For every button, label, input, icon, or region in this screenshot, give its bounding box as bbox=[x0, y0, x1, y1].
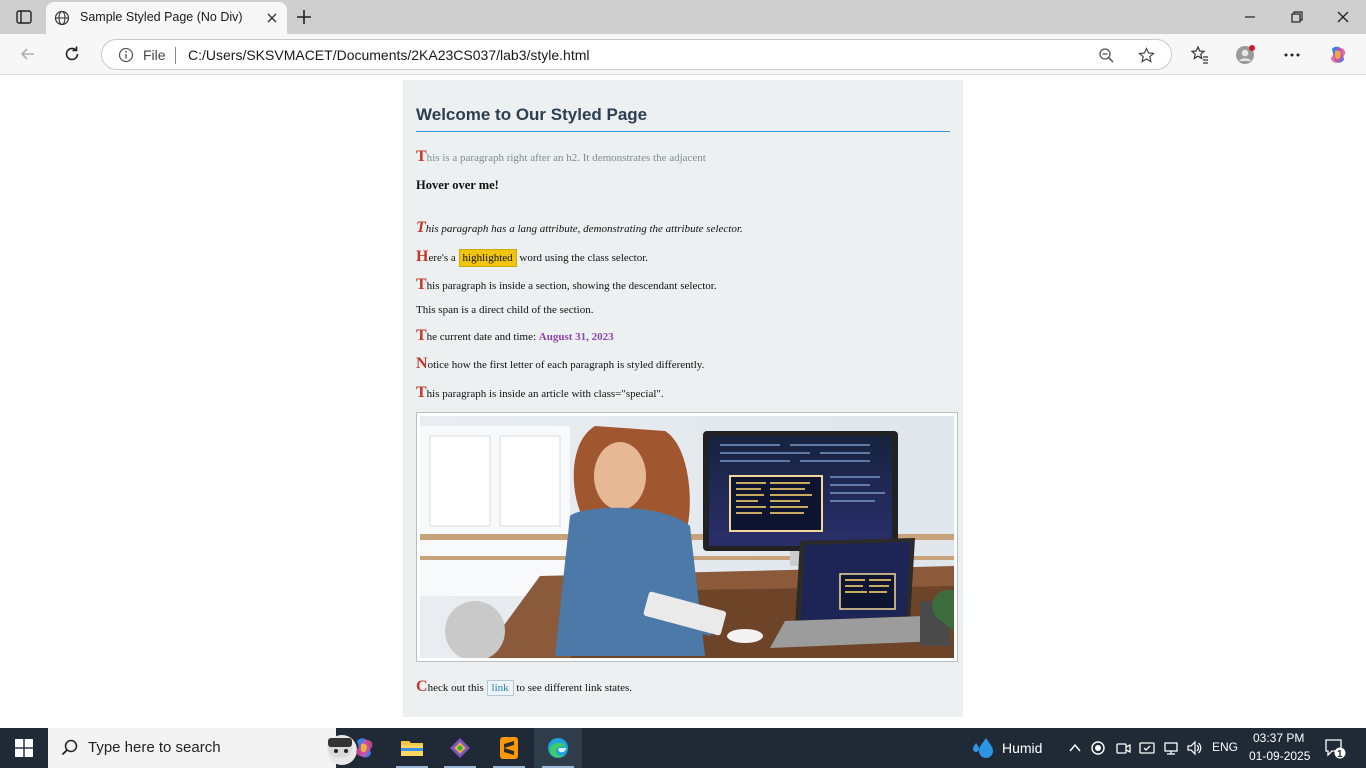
taskbar-search[interactable]: Type here to search bbox=[48, 728, 357, 768]
paragraph-text: his paragraph is inside an article with … bbox=[426, 388, 664, 400]
zoom-out-icon[interactable] bbox=[1098, 47, 1115, 64]
minimize-icon[interactable] bbox=[1241, 8, 1259, 26]
edge-browser-icon bbox=[548, 738, 568, 758]
info-icon[interactable] bbox=[118, 47, 134, 63]
input-language[interactable]: ENG bbox=[1212, 740, 1238, 754]
paragraph-text: ere's a bbox=[428, 252, 459, 264]
paragraph-text: word using the class selector. bbox=[516, 252, 649, 264]
new-tab-icon[interactable] bbox=[294, 7, 314, 27]
address-bar[interactable]: File C:/Users/SKSVMACET/Documents/2KA23C… bbox=[101, 39, 1172, 70]
search-icon bbox=[61, 739, 78, 756]
taskbar-copilot[interactable] bbox=[340, 728, 388, 768]
back-icon[interactable] bbox=[18, 44, 38, 64]
lang-paragraph: This paragraph has a lang attribute, dem… bbox=[416, 219, 743, 237]
url-text[interactable]: C:/Users/SKSVMACET/Documents/2KA23CS037/… bbox=[188, 47, 590, 63]
clock-time[interactable]: 03:37 PM bbox=[1253, 731, 1304, 745]
taskbar-sublime[interactable] bbox=[485, 728, 533, 768]
page-container: Welcome to Our Styled Page This is a par… bbox=[403, 80, 963, 717]
windows-logo-icon bbox=[15, 739, 33, 757]
paragraph-text: he current date and time: bbox=[426, 331, 539, 343]
notification-count: 1 bbox=[1337, 749, 1343, 760]
paragraph-text: heck out this bbox=[427, 682, 487, 694]
child-span: This span is a direct child of the secti… bbox=[416, 304, 594, 316]
paragraph-text: to see different link states. bbox=[513, 682, 632, 694]
globe-icon bbox=[54, 10, 70, 26]
weather-text[interactable]: Humid bbox=[1002, 740, 1042, 756]
favorites-icon[interactable] bbox=[1190, 45, 1210, 65]
refresh-icon[interactable] bbox=[62, 44, 82, 64]
first-letter: T bbox=[416, 148, 427, 165]
taskbar: Type here to search Humid ENG 03:37 PM 0… bbox=[0, 728, 1366, 768]
highlight-paragraph: Here's a highlighted word using the clas… bbox=[416, 248, 649, 267]
favorite-star-icon[interactable] bbox=[1138, 47, 1155, 64]
more-options-icon[interactable] bbox=[1282, 45, 1302, 65]
sublime-text-icon bbox=[500, 737, 518, 759]
tab-actions-icon[interactable] bbox=[8, 6, 40, 28]
highlighted-word: highlighted bbox=[458, 249, 517, 267]
profile-avatar-icon[interactable] bbox=[1235, 45, 1255, 65]
navigation-bar: File C:/Users/SKSVMACET/Documents/2KA23C… bbox=[0, 34, 1366, 75]
chevron-up-icon[interactable] bbox=[1067, 739, 1083, 757]
tab-title: Sample Styled Page (No Div) bbox=[80, 10, 243, 24]
scheme-label: File bbox=[143, 47, 166, 63]
date-paragraph: The current date and time: August 31, 20… bbox=[416, 327, 614, 345]
photo-frame bbox=[416, 412, 958, 662]
first-letter: T bbox=[416, 219, 426, 236]
browser-tab[interactable]: Sample Styled Page (No Div) bbox=[46, 2, 287, 34]
special-paragraph: This paragraph is inside an article with… bbox=[416, 384, 664, 402]
date-value: August 31, 2023 bbox=[538, 331, 614, 343]
clock-date[interactable]: 01-09-2025 bbox=[1249, 749, 1310, 763]
hover-text[interactable]: Hover over me! bbox=[416, 178, 499, 193]
folder-icon bbox=[401, 741, 423, 756]
taskbar-edge[interactable] bbox=[534, 728, 582, 768]
display-icon[interactable] bbox=[1139, 739, 1155, 757]
paragraph-text: his paragraph has a lang attribute, demo… bbox=[425, 223, 743, 235]
copilot-app-icon bbox=[356, 738, 373, 758]
taskbar-git-app[interactable] bbox=[436, 728, 484, 768]
first-letter: N bbox=[416, 355, 428, 372]
close-tab-icon[interactable] bbox=[264, 10, 280, 26]
taskbar-file-explorer[interactable] bbox=[388, 728, 436, 768]
first-letter: C bbox=[416, 678, 428, 695]
network-icon[interactable] bbox=[1163, 739, 1179, 757]
link-paragraph: Check out this link to see different lin… bbox=[416, 678, 632, 696]
volume-icon[interactable] bbox=[1186, 739, 1202, 757]
developer-photo bbox=[420, 416, 954, 658]
restore-icon[interactable] bbox=[1288, 8, 1306, 26]
demo-link[interactable]: link bbox=[486, 680, 514, 696]
first-letter: T bbox=[416, 276, 427, 293]
section-paragraph: This paragraph is inside a section, show… bbox=[416, 276, 717, 294]
record-icon[interactable] bbox=[1090, 739, 1106, 757]
divider bbox=[175, 47, 176, 64]
copilot-icon[interactable] bbox=[1328, 45, 1348, 65]
paragraph-text: his paragraph is inside a section, showi… bbox=[426, 280, 717, 292]
paragraph-text: otice how the first letter of each parag… bbox=[427, 359, 705, 371]
weather-drop-icon[interactable] bbox=[970, 736, 996, 760]
git-icon bbox=[450, 738, 470, 758]
tab-strip: Sample Styled Page (No Div) bbox=[0, 0, 1366, 34]
page-heading: Welcome to Our Styled Page bbox=[416, 105, 950, 132]
first-letter: T bbox=[416, 327, 427, 344]
start-button[interactable] bbox=[0, 728, 48, 768]
camera-icon[interactable] bbox=[1115, 739, 1131, 757]
notice-paragraph: Notice how the first letter of each para… bbox=[416, 355, 704, 373]
paragraph-text: his is a paragraph right after an h2. It… bbox=[426, 152, 706, 164]
first-letter: T bbox=[416, 384, 427, 401]
close-window-icon[interactable] bbox=[1334, 8, 1352, 26]
adjacent-paragraph: This is a paragraph right after an h2. I… bbox=[416, 148, 706, 166]
search-placeholder: Type here to search bbox=[88, 739, 221, 756]
first-letter: H bbox=[416, 248, 429, 265]
